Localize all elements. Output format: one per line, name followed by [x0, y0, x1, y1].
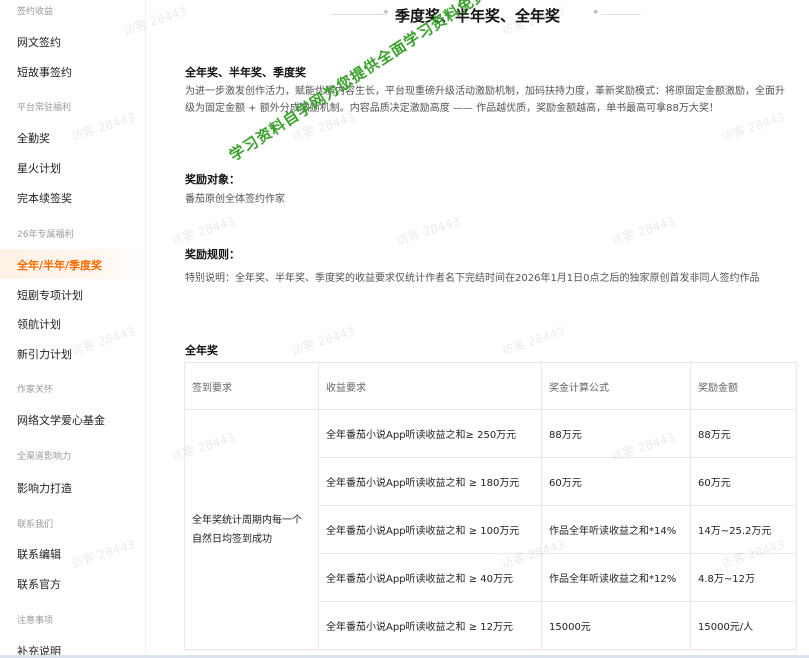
- income-requirement-cell: 全年番茄小说App听读收益之和≥ 250万元: [318, 409, 542, 458]
- column-header: 签到要求: [184, 362, 319, 410]
- section-heading: 全年奖、半年奖、季度奖: [185, 66, 306, 79]
- sidebar-item-charity-fund[interactable]: 网络文学爱心基金: [17, 412, 105, 428]
- formula-cell: 作品全年听读收益之和*14%: [541, 505, 691, 554]
- column-header: 奖励金额: [690, 362, 797, 410]
- sidebar-group-title: 全渠道影响力: [17, 452, 72, 462]
- sidebar-group-title: 作家关怀: [17, 385, 54, 395]
- sidebar-item-short-story-contract[interactable]: 短故事签约: [17, 64, 72, 80]
- sidebar-group-title: 26年专属福利: [17, 230, 74, 240]
- column-header: 奖金计算公式: [541, 362, 691, 410]
- sidebar-item-short-drama-plan[interactable]: 短剧专项计划: [17, 287, 83, 303]
- sidebar-item-completion-renewal[interactable]: 完本续签奖: [17, 190, 72, 206]
- annual-award-table: 签到要求 收益要求 奖金计算公式 奖励金额 全年奖统计周期内每一个自然日均签到成…: [184, 362, 797, 650]
- table-header-row: 签到要求 收益要求 奖金计算公式 奖励金额: [184, 362, 797, 410]
- annual-award-heading: 全年奖: [185, 344, 218, 357]
- sign-in-requirement-cell: 全年奖统计周期内每一个自然日均签到成功: [184, 409, 319, 650]
- amount-cell: 88万元: [690, 409, 797, 458]
- sidebar-nav: 签约收益 网文签约 短故事签约 平台常驻福利 全勤奖 星火计划 完本续签奖 26…: [0, 0, 145, 658]
- sidebar-item-contact-official[interactable]: 联系官方: [17, 576, 61, 592]
- sidebar-item-pilot-plan[interactable]: 领航计划: [17, 316, 61, 332]
- title-divider-right: [601, 14, 641, 15]
- income-requirement-cell: 全年番茄小说App听读收益之和 ≥ 40万元: [318, 553, 542, 602]
- formula-cell: 60万元: [541, 457, 691, 506]
- sidebar-item-spark-plan[interactable]: 星火计划: [17, 160, 61, 176]
- section-description: 为进一步激发创作活力，赋能优质内容生长，平台现重磅升级活动激励机制，加码扶持力度…: [185, 86, 785, 114]
- sidebar-group-title: 平台常驻福利: [17, 103, 72, 113]
- sidebar-item-web-novel-contract[interactable]: 网文签约: [17, 34, 61, 50]
- column-header: 收益要求: [318, 362, 542, 410]
- income-requirement-cell: 全年番茄小说App听读收益之和 ≥ 12万元: [318, 601, 542, 650]
- amount-cell: 14万~25.2万元: [690, 505, 797, 554]
- amount-cell: 60万元: [690, 457, 797, 506]
- sidebar-item-contact-editor[interactable]: 联系编辑: [17, 546, 61, 562]
- income-requirement-cell: 全年番茄小说App听读收益之和 ≥ 100万元: [318, 505, 542, 554]
- table-row: 全年奖统计周期内每一个自然日均签到成功 全年番茄小说App听读收益之和≥ 250…: [184, 409, 797, 650]
- sidebar-group-title: 签约收益: [17, 7, 54, 17]
- reward-target-text: 番茄原创全体签约作家: [185, 194, 285, 205]
- sidebar-item-annual-semiannual-quarterly[interactable]: 全年/半年/季度奖: [17, 257, 102, 273]
- sidebar-item-new-gravity-plan[interactable]: 新引力计划: [17, 346, 72, 362]
- reward-rules-text: 特别说明：全年奖、半年奖、季度奖的收益要求仅统计作者名下完结时间在2026年1月…: [185, 273, 760, 284]
- sidebar-item-full-attendance[interactable]: 全勤奖: [17, 130, 50, 146]
- amount-cell: 15000元/人: [690, 601, 797, 650]
- reward-rules-heading: 奖励规则：: [185, 248, 240, 261]
- title-sparkle-icon: ✦: [592, 8, 600, 18]
- main-content: ✦ 季度奖、半年奖、全年奖 ✦ 全年奖、半年奖、季度奖 为进一步激发创作活力，赋…: [146, 0, 809, 658]
- sidebar-item-influence-building[interactable]: 影响力打造: [17, 480, 72, 496]
- reward-target-heading: 奖励对象：: [185, 173, 240, 186]
- sidebar-group-title: 联系我们: [17, 520, 54, 530]
- formula-cell: 15000元: [541, 601, 691, 650]
- income-requirement-cell: 全年番茄小说App听读收益之和 ≥ 180万元: [318, 457, 542, 506]
- formula-cell: 88万元: [541, 409, 691, 458]
- page-title: 季度奖、半年奖、全年奖: [394, 7, 560, 25]
- formula-cell: 作品全年听读收益之和*12%: [541, 553, 691, 602]
- amount-cell: 4.8万~12万: [690, 553, 797, 602]
- sidebar-group-title: 注意事项: [17, 616, 54, 626]
